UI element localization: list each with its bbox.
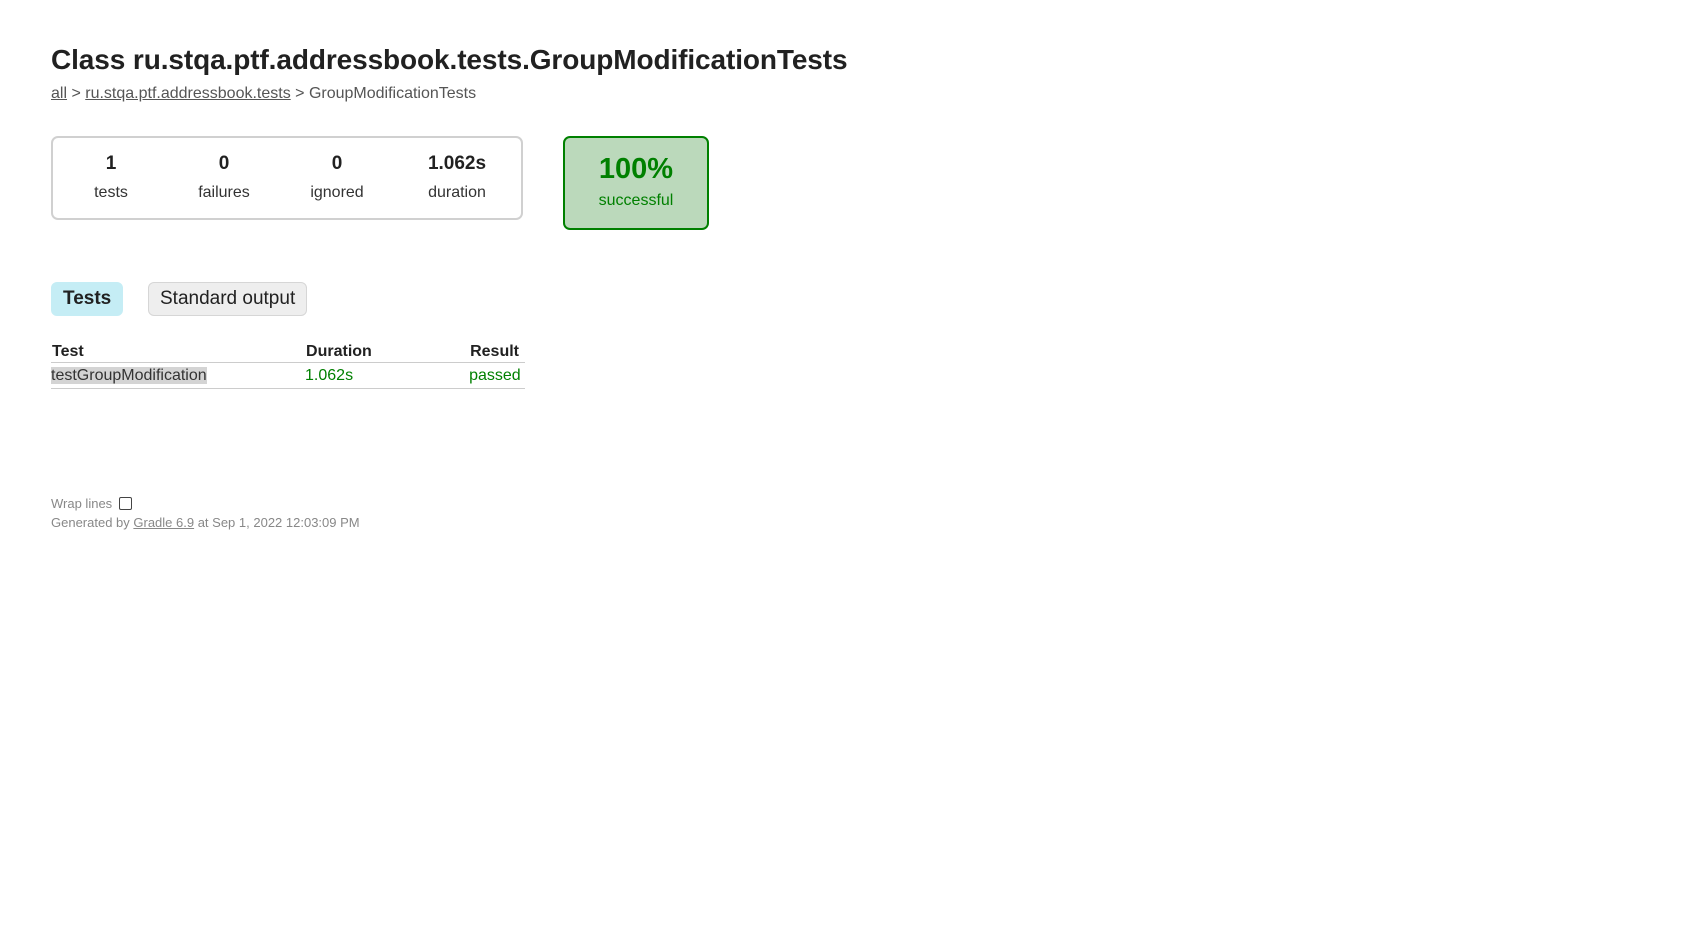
- counter-value: 1: [105, 153, 117, 174]
- counter-label: duration: [428, 184, 486, 201]
- wrap-lines-control: Wrap lines: [51, 494, 360, 513]
- page-title: Class ru.stqa.ptf.addressbook.tests.Grou…: [51, 44, 848, 75]
- column-header-result: Result: [469, 340, 525, 363]
- table-header-row: Test Duration Result: [51, 340, 525, 363]
- success-rate-box: 100% successful: [563, 136, 709, 230]
- generated-by-text: Generated by Gradle 6.9 at Sep 1, 2022 1…: [51, 513, 360, 532]
- test-name: testGroupModification: [51, 367, 207, 384]
- breadcrumb-current: GroupModificationTests: [308, 85, 477, 102]
- cell-result: passed: [469, 362, 525, 389]
- cell-duration: 1.062s: [305, 362, 470, 389]
- counter-ignored: 0 ignored: [282, 152, 392, 205]
- generated-prefix: Generated by: [51, 515, 134, 530]
- breadcrumb-all-link[interactable]: all: [51, 85, 67, 102]
- table-row: testGroupModification 1.062s passed: [51, 362, 525, 389]
- tab-tests[interactable]: Tests: [51, 282, 124, 316]
- counter-tests: 1 tests: [56, 152, 166, 205]
- tab-standard-output[interactable]: Standard output: [148, 282, 308, 316]
- breadcrumb-separator: >: [290, 85, 309, 102]
- test-results-table: Test Duration Result testGroupModificati…: [51, 340, 525, 389]
- column-header-duration: Duration: [305, 340, 470, 363]
- breadcrumb: all > ru.stqa.ptf.addressbook.tests > Gr…: [51, 85, 476, 103]
- counter-value: 1.062s: [427, 153, 487, 174]
- counter-duration: 1.062s duration: [402, 152, 512, 205]
- report-page: Class ru.stqa.ptf.addressbook.tests.Grou…: [0, 0, 1703, 933]
- counter-label: tests: [94, 184, 128, 201]
- gradle-link[interactable]: Gradle 6.9: [133, 515, 194, 530]
- counter-failures: 0 failures: [169, 152, 279, 205]
- counter-label: ignored: [310, 184, 364, 201]
- summary-box: 1 tests 0 failures 0 ignored 1.062s dura…: [51, 136, 523, 220]
- column-header-test: Test: [51, 340, 306, 363]
- footer: Wrap lines Generated by Gradle 6.9 at Se…: [51, 494, 360, 532]
- success-rate-label: successful: [598, 192, 674, 209]
- wrap-lines-label: Wrap lines: [51, 496, 113, 511]
- counter-value: 0: [218, 153, 230, 174]
- generated-suffix: at Sep 1, 2022 12:03:09 PM: [194, 515, 360, 530]
- cell-test-name: testGroupModification: [51, 362, 306, 389]
- breadcrumb-package-link[interactable]: ru.stqa.ptf.addressbook.tests: [85, 85, 290, 102]
- counter-value: 0: [331, 153, 343, 174]
- wrap-lines-checkbox[interactable]: [119, 497, 133, 510]
- counter-label: failures: [198, 184, 250, 201]
- success-rate-value: 100%: [598, 153, 674, 185]
- breadcrumb-separator: >: [67, 85, 86, 102]
